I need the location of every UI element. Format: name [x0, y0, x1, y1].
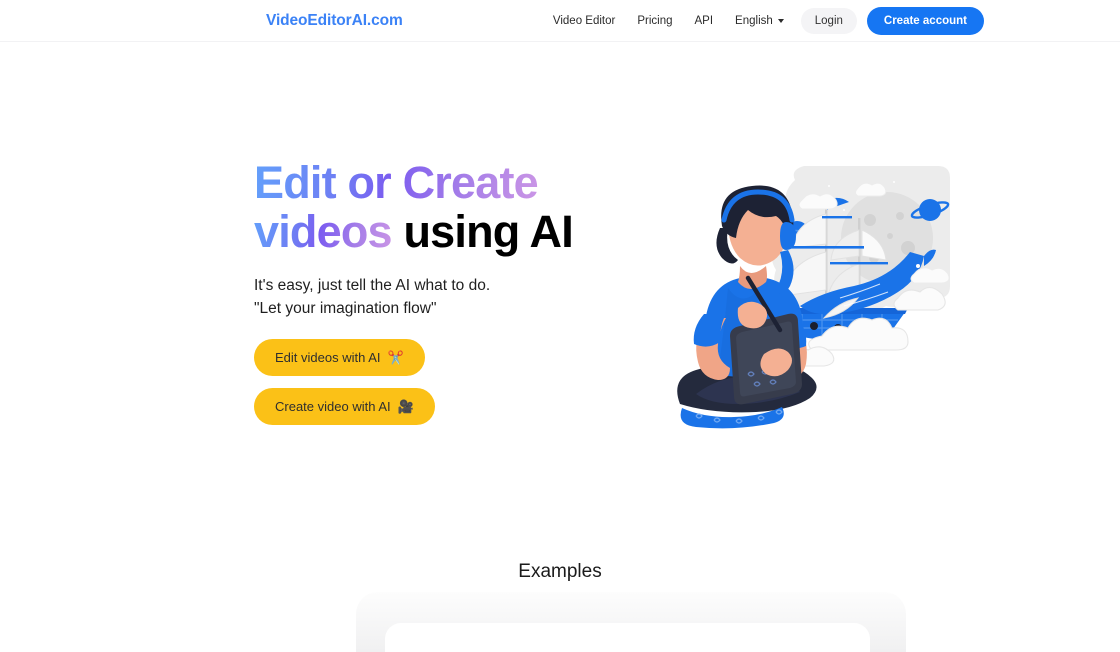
examples-heading: Examples	[518, 561, 602, 582]
hero-illustration	[662, 158, 962, 443]
create-video-button-label: Create video with AI	[275, 399, 391, 414]
hero-section: Edit or Create videos using AI It's easy…	[254, 158, 654, 425]
navbar: VideoEditorAI.com Video Editor Pricing A…	[0, 0, 1120, 42]
nav-link-pricing[interactable]: Pricing	[626, 0, 683, 42]
hero-subtitle-line1: It's easy, just tell the AI what to do.	[254, 277, 491, 294]
example-card[interactable]	[385, 623, 870, 652]
language-selector[interactable]: English	[724, 15, 795, 27]
page-title: Edit or Create videos using AI	[254, 158, 654, 256]
create-account-button[interactable]: Create account	[866, 7, 984, 35]
chevron-down-icon	[777, 19, 784, 23]
headline-gradient-line1: Edit or Create	[254, 157, 539, 208]
nav-link-video-editor[interactable]: Video Editor	[542, 0, 626, 42]
create-video-with-ai-button[interactable]: Create video with AI 🎥	[254, 388, 435, 425]
hero-subtitle-line2: "Let your imagination flow"	[254, 300, 437, 317]
login-button[interactable]: Login	[800, 8, 857, 34]
movie-camera-icon: 🎥	[397, 399, 414, 414]
headline-plain-text: using AI	[403, 206, 573, 257]
hero-cta-group: Edit videos with AI ✂️ Create video with…	[254, 339, 654, 425]
hero-subtitle: It's easy, just tell the AI what to do. …	[254, 274, 654, 320]
scissors-icon: ✂️	[387, 350, 404, 365]
navbar-right-group: Video Editor Pricing API English Login C…	[542, 0, 984, 42]
edit-videos-with-ai-button[interactable]: Edit videos with AI ✂️	[254, 339, 425, 376]
site-logo[interactable]: VideoEditorAI.com	[266, 12, 403, 30]
nav-link-api[interactable]: API	[684, 0, 725, 42]
headline-gradient-line2: videos	[254, 206, 393, 257]
language-selector-label: English	[735, 15, 773, 27]
edit-videos-button-label: Edit videos with AI	[275, 350, 381, 365]
landing-page: VideoEditorAI.com Video Editor Pricing A…	[0, 0, 1120, 652]
